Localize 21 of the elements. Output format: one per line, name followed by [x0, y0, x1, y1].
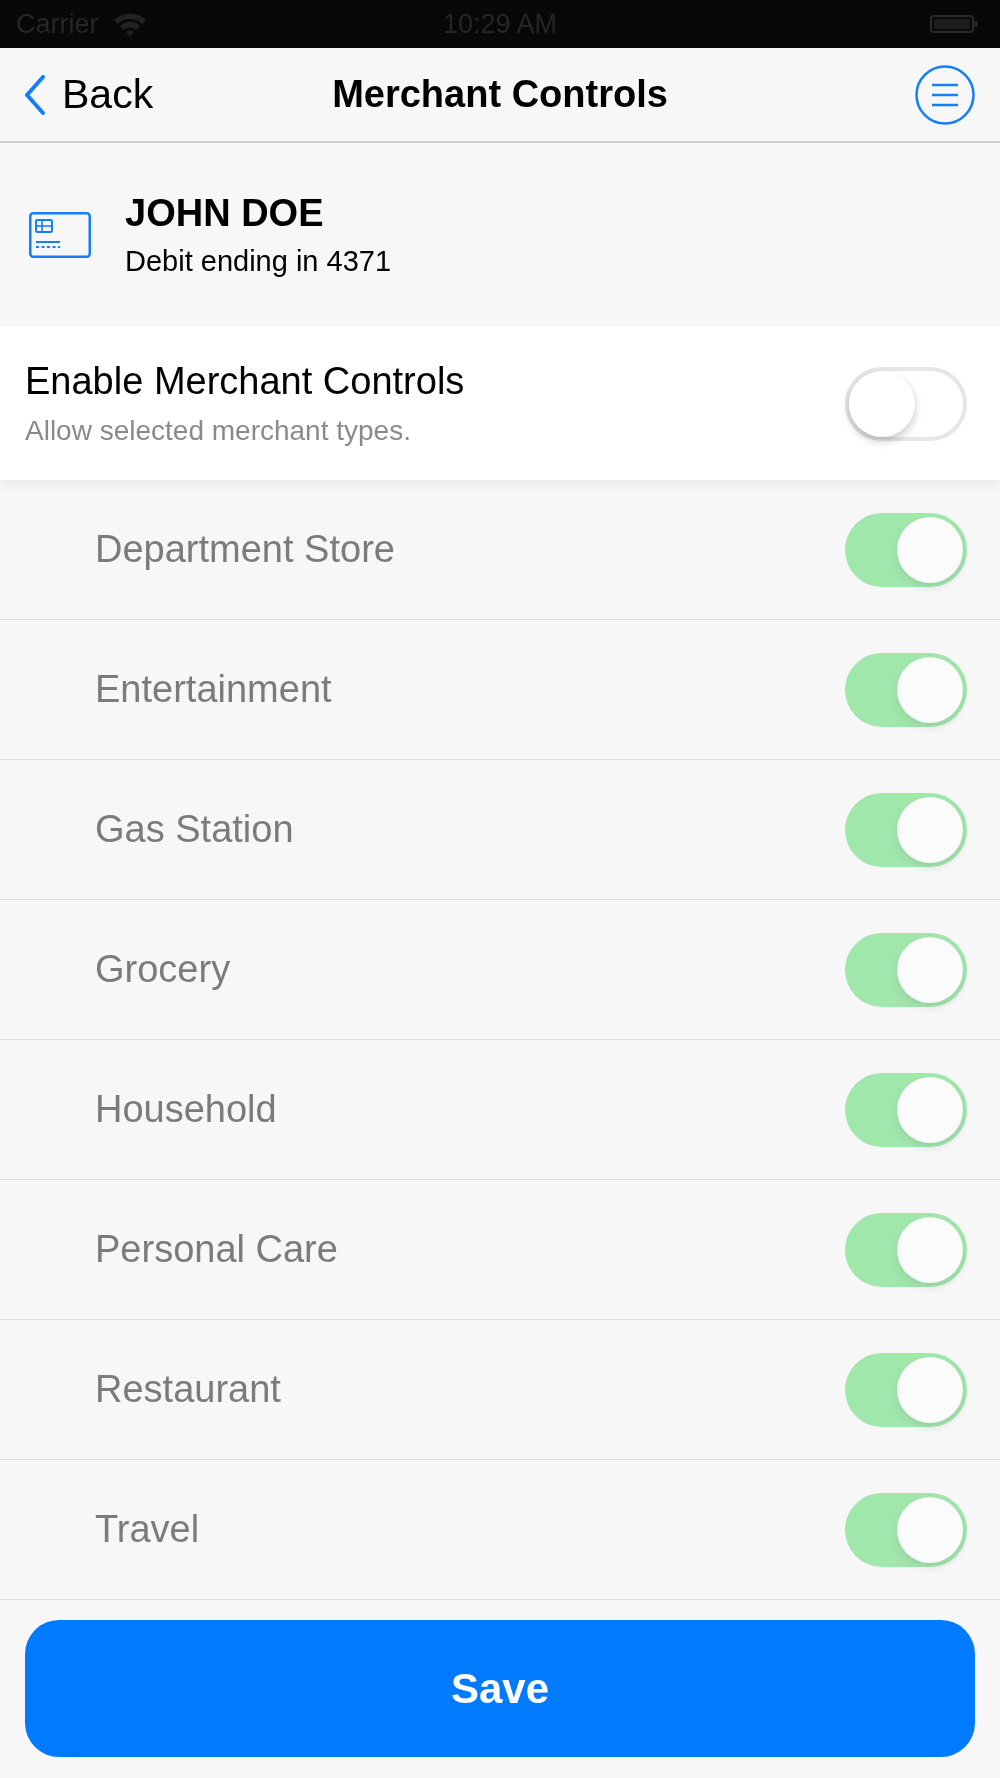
merchant-type-label: Restaurant — [95, 1368, 281, 1411]
setting-label: Enable Merchant Controls — [25, 360, 465, 403]
merchant-type-label: Personal Care — [95, 1228, 338, 1271]
battery-icon — [930, 15, 978, 33]
merchant-type-label: Household — [95, 1088, 277, 1131]
back-button[interactable]: Back — [24, 71, 154, 118]
menu-icon[interactable] — [915, 64, 975, 125]
save-button[interactable]: Save — [25, 1620, 975, 1757]
wifi-icon — [112, 12, 147, 36]
card-description: Debit ending in 4371 — [125, 245, 392, 278]
merchant-type-label: Entertainment — [95, 668, 332, 711]
credit-card-icon — [29, 212, 91, 258]
cardholder-name: JOHN DOE — [125, 192, 325, 235]
screen-title: Merchant Controls — [332, 73, 668, 116]
toggle-switch[interactable] — [845, 366, 967, 441]
chevron-left-icon — [24, 74, 46, 115]
setting-hint: Allow selected merchant types. — [25, 415, 412, 447]
merchant-type-label: Department Store — [95, 528, 395, 571]
merchant-type-label: Gas Station — [95, 808, 294, 851]
merchant-type-label: Grocery — [95, 948, 231, 991]
merchant-type-label: Travel — [95, 1508, 200, 1551]
